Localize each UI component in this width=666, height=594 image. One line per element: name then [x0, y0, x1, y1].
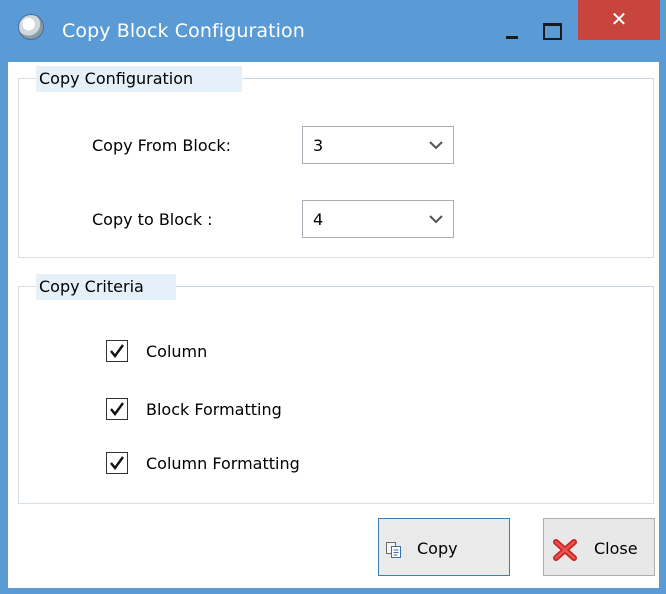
copy-from-block-select[interactable]: 3 — [302, 126, 454, 164]
checkmark-icon — [110, 456, 124, 470]
column-formatting-checkbox[interactable] — [106, 452, 128, 474]
minimize-button[interactable] — [492, 14, 532, 44]
copy-to-block-value: 4 — [313, 210, 324, 229]
app-logo-icon — [18, 14, 44, 40]
column-formatting-checkbox-label[interactable]: Column Formatting — [146, 454, 300, 473]
copy-from-block-value: 3 — [313, 136, 324, 155]
copy-to-block-select[interactable]: 4 — [302, 200, 454, 238]
group-divider — [176, 286, 654, 287]
chevron-down-icon — [427, 137, 445, 151]
close-button[interactable]: Close — [543, 518, 655, 576]
title-bar[interactable]: Copy Block Configuration ✕ — [0, 0, 666, 62]
window-title: Copy Block Configuration — [62, 20, 305, 42]
window-frame-bottom — [0, 588, 666, 594]
block-formatting-checkbox[interactable] — [106, 398, 128, 420]
copy-block-configuration-dialog: Copy Block Configuration ✕ Copy Configur… — [0, 0, 666, 594]
copy-icon — [385, 541, 403, 559]
copy-from-block-label: Copy From Block: — [92, 136, 232, 155]
copy-button[interactable]: Copy — [378, 518, 510, 576]
checkmark-icon — [110, 344, 124, 358]
block-formatting-checkbox-label[interactable]: Block Formatting — [146, 400, 282, 419]
group-divider — [242, 78, 654, 79]
column-checkbox-label[interactable]: Column — [146, 342, 207, 361]
copy-criteria-legend: Copy Criteria — [36, 274, 176, 300]
window-frame-right — [659, 60, 666, 590]
copy-configuration-legend: Copy Configuration — [36, 66, 242, 92]
window-frame-left — [0, 60, 8, 590]
red-x-icon — [552, 538, 578, 562]
close-icon: ✕ — [610, 7, 628, 31]
chevron-down-icon — [427, 211, 445, 225]
close-button-label: Close — [594, 539, 638, 558]
checkmark-icon — [110, 402, 124, 416]
column-checkbox[interactable] — [106, 340, 128, 362]
copy-to-block-label: Copy to Block : — [92, 210, 213, 229]
copy-button-label: Copy — [417, 539, 458, 558]
maximize-button[interactable] — [532, 14, 572, 44]
close-window-button[interactable]: ✕ — [578, 0, 660, 40]
